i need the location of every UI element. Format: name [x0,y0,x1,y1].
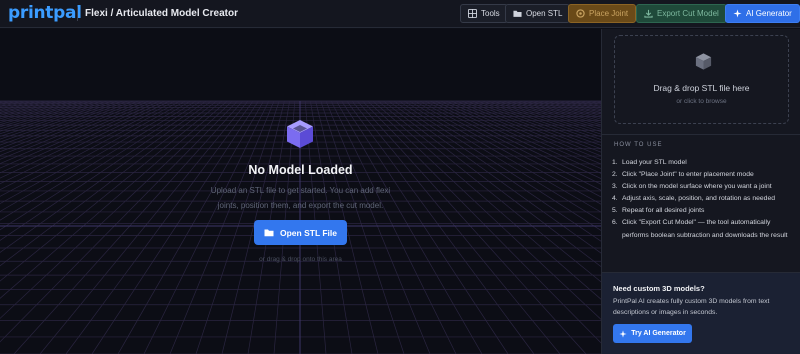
open-stl-button[interactable]: Open STL [505,4,571,23]
ai-promo-card: Need custom 3D models? PrintPal AI creat… [602,272,800,354]
joint-icon [576,9,585,18]
promo-heading: Need custom 3D models? [613,284,705,293]
dropzone-title: Drag & drop STL file here [653,83,750,93]
open-stl-file-label: Open STL File [280,227,337,238]
sidebar: Drag & drop STL file here or click to br… [601,29,800,354]
step-item: 3. Click on the model surface where you w… [612,183,772,191]
step-item: 5. Repeat for all desired joints [612,207,705,215]
step-item: 4. Adjust axis, scale, position, and rota… [612,195,776,203]
empty-title: No Model Loaded [248,163,353,177]
dropzone-subtitle: or click to browse [676,98,727,105]
step-item: 2. Click "Place Joint" to enter placement… [612,171,754,179]
app-logo[interactable]: printpal [8,3,82,23]
tools-button[interactable]: Tools [460,4,508,23]
page-title: Flexi / Articulated Model Creator [85,8,238,19]
section-divider [602,134,800,135]
export-cut-model-label: Export Cut Model [657,9,719,18]
try-ai-generator-label: Try AI Generator [631,330,686,337]
ai-generator-label: AI Generator [746,9,792,18]
ai-generator-button[interactable]: AI Generator [725,4,800,23]
cube-icon [287,120,313,148]
drop-hint: or drag & drop onto this area [259,256,342,263]
export-cut-model-button[interactable]: Export Cut Model [636,4,727,23]
top-bar: printpal Flexi / Articulated Model Creat… [0,0,800,28]
title-divider [77,7,78,21]
open-stl-label: Open STL [526,9,563,18]
cube-icon [695,53,712,70]
open-stl-file-button[interactable]: Open STL File [254,220,347,245]
folder-icon [513,10,522,17]
empty-description: Upload an STL file to get started. You c… [210,186,391,210]
place-joint-label: Place Joint [589,9,629,18]
how-to-steps: 1. Load your STL model 2. Click "Place Joi… [612,157,795,242]
how-to-heading: HOW TO USE [614,142,663,148]
step-item: 1. Load your STL model [612,159,687,166]
promo-text: PrintPal AI creates fully custom 3D mode… [613,298,770,316]
grid-icon [468,9,477,18]
stl-dropzone[interactable]: Drag & drop STL file here or click to br… [614,35,789,124]
download-icon [644,9,653,18]
sparkle-icon [733,9,742,18]
3d-viewport[interactable]: No Model Loaded Upload an STL file to ge… [0,29,601,354]
tools-label: Tools [481,9,500,18]
sparkle-icon [619,329,627,338]
try-ai-generator-button[interactable]: Try AI Generator [613,324,692,343]
folder-icon [264,229,274,237]
empty-state: No Model Loaded Upload an STL file to ge… [0,29,601,354]
step-item: 6. Click "Export Cut Model" — the tool au… [612,219,788,239]
place-joint-button[interactable]: Place Joint [568,4,637,23]
